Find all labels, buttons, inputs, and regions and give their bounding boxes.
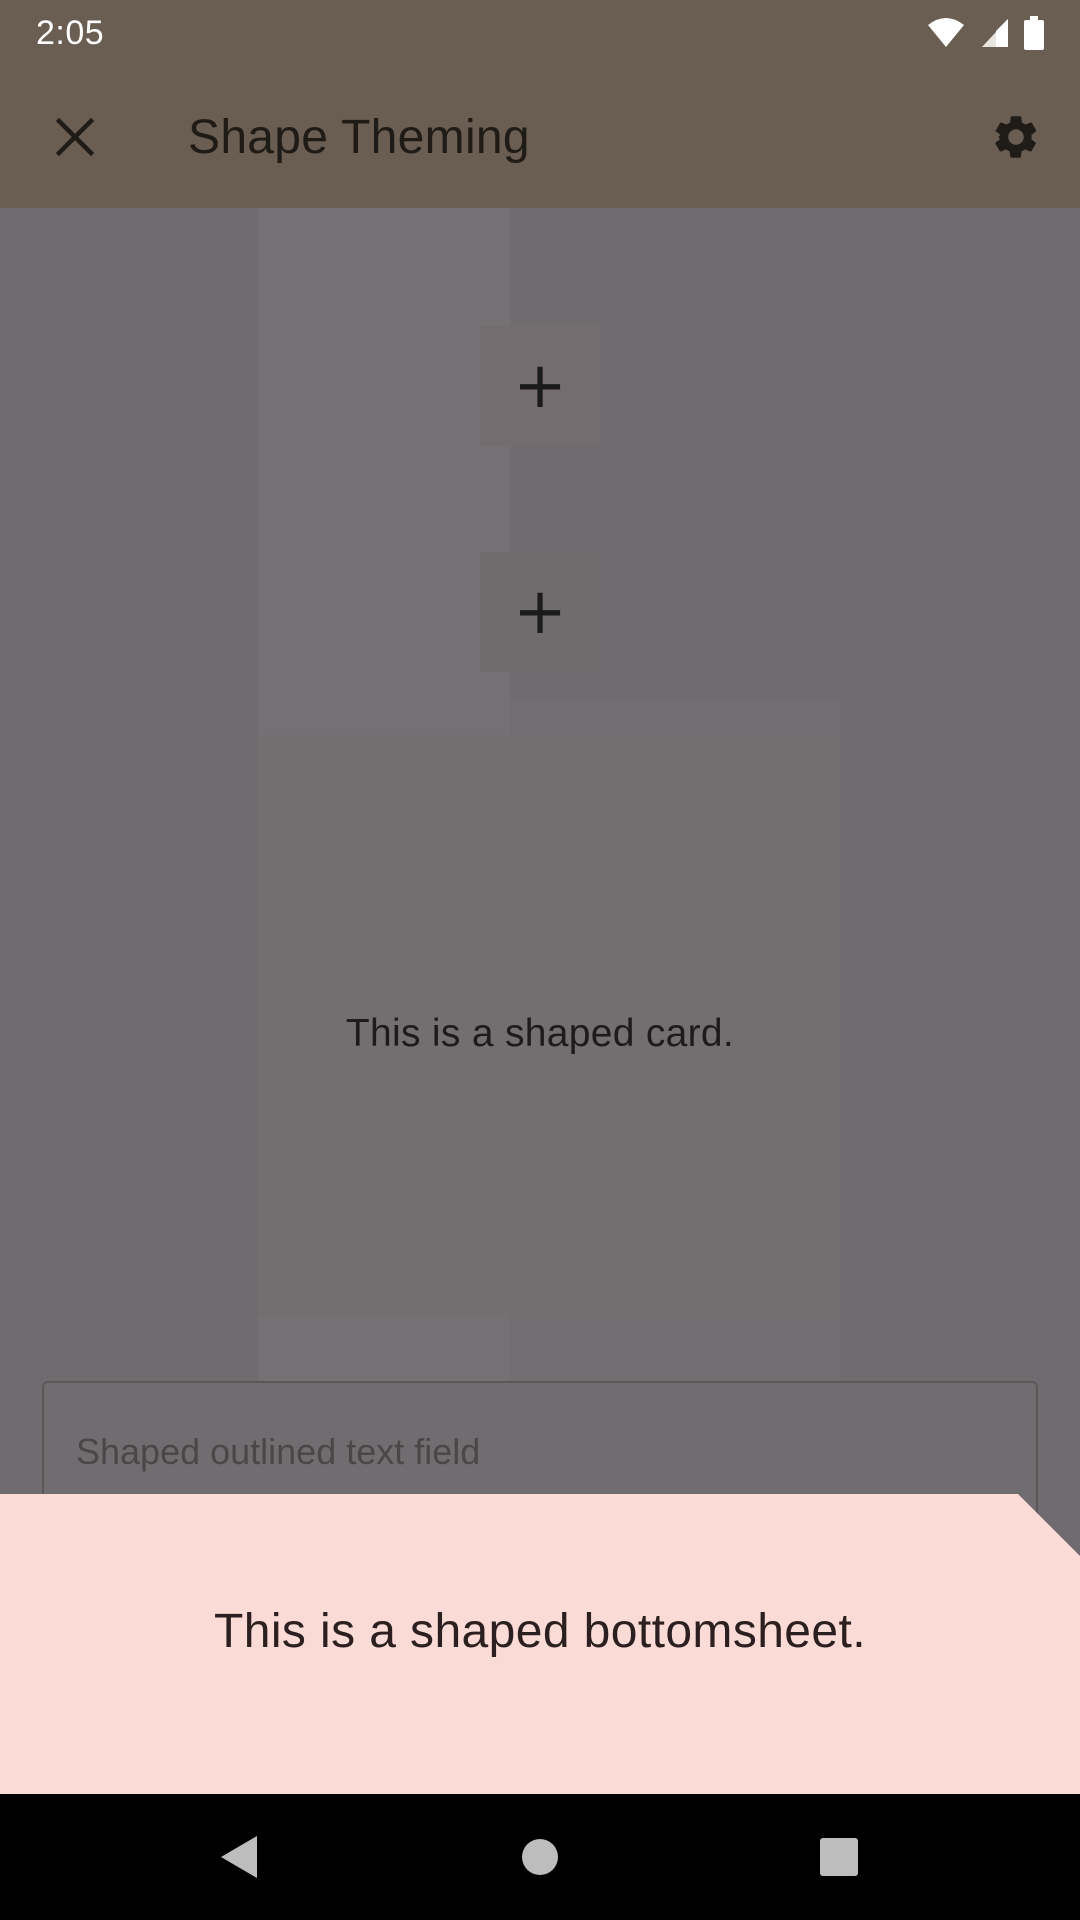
close-icon	[55, 117, 95, 157]
wifi-icon	[926, 17, 966, 49]
shaped-mini-fab-button[interactable]: +	[480, 552, 600, 672]
recents-icon	[820, 1838, 858, 1876]
signal-icon	[980, 17, 1010, 49]
navigation-bar	[0, 1794, 1080, 1920]
page-title: Shape Theming	[188, 110, 530, 164]
status-bar: 2:05	[0, 0, 1080, 66]
battery-icon	[1024, 16, 1044, 50]
screen: 2:05 Shape Theming + + This is a shaped …	[0, 0, 1080, 1920]
home-button[interactable]	[505, 1822, 575, 1892]
back-button[interactable]	[204, 1822, 274, 1892]
close-button[interactable]	[0, 66, 150, 208]
card-text: This is a shaped card.	[345, 1012, 735, 1055]
home-icon	[522, 1839, 558, 1875]
status-icons	[926, 16, 1044, 50]
plus-icon: +	[513, 349, 567, 423]
app-toolbar: Shape Theming	[0, 66, 1080, 208]
text-field-label: Shaped outlined text field	[76, 1431, 481, 1472]
status-time: 2:05	[36, 13, 105, 52]
bottom-sheet-text: This is a shaped bottomsheet.	[214, 1605, 866, 1658]
shaped-fab-button[interactable]: +	[480, 326, 600, 446]
back-icon	[221, 1836, 257, 1878]
settings-icon	[995, 116, 1037, 158]
settings-button[interactable]	[956, 66, 1076, 208]
recents-button[interactable]	[804, 1822, 874, 1892]
plus-icon: +	[513, 575, 567, 649]
